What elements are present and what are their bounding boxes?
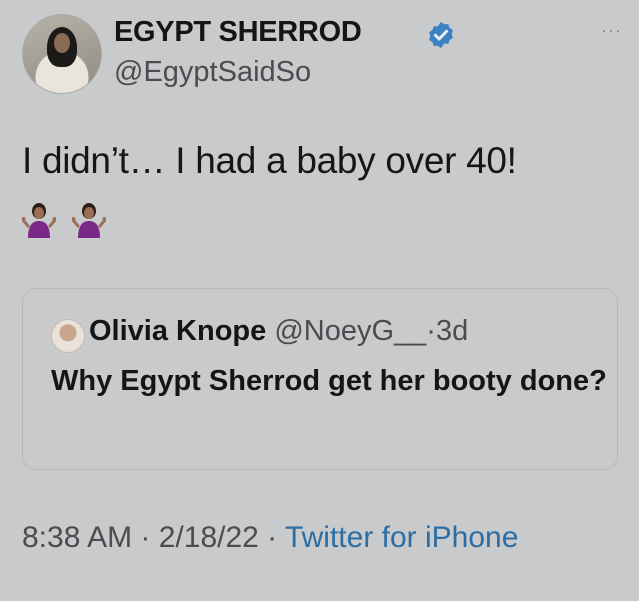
quoted-tweet-card[interactable]: Olivia Knope @NoeyG__·3d Why Egypt Sherr… <box>22 288 618 470</box>
author-display-name[interactable]: EGYPT SHERROD <box>114 16 362 49</box>
tweet-date[interactable]: 2/18/22 <box>159 521 259 554</box>
person-shrugging-emoji <box>22 203 56 238</box>
quoted-tweet-age[interactable]: 3d <box>436 315 468 347</box>
verified-badge-icon <box>429 21 453 49</box>
tweet-time[interactable]: 8:38 AM <box>22 521 132 554</box>
tweet-meta: 8:38 AM · 2/18/22 · Twitter for iPhone <box>22 516 582 560</box>
author-handle[interactable]: @EgyptSaidSo <box>114 56 311 89</box>
author-avatar[interactable] <box>22 14 102 94</box>
tweet-text: I didn’t… I had a baby over 40! <box>22 140 517 181</box>
tweet-emojis <box>22 202 118 242</box>
more-options-icon[interactable]: ··· <box>601 20 622 41</box>
person-shrugging-emoji <box>72 203 107 238</box>
quoted-tweet-header: Olivia Knope @NoeyG__·3d <box>89 315 468 348</box>
tweet-header: EGYPT SHERROD @EgyptSaidSo ··· <box>22 14 622 96</box>
quoted-author-handle[interactable]: @NoeyG__ <box>274 315 426 347</box>
meta-separator: · <box>132 521 159 554</box>
quoted-author-avatar[interactable] <box>51 319 85 353</box>
quoted-tweet-text: Why Egypt Sherrod get her booty done? <box>51 365 607 397</box>
quoted-separator: · <box>426 315 436 347</box>
avatar-face <box>54 33 70 53</box>
meta-separator: · <box>258 521 285 554</box>
quoted-author-name[interactable]: Olivia Knope <box>89 315 266 347</box>
tweet-source-link[interactable]: Twitter for iPhone <box>285 521 518 554</box>
